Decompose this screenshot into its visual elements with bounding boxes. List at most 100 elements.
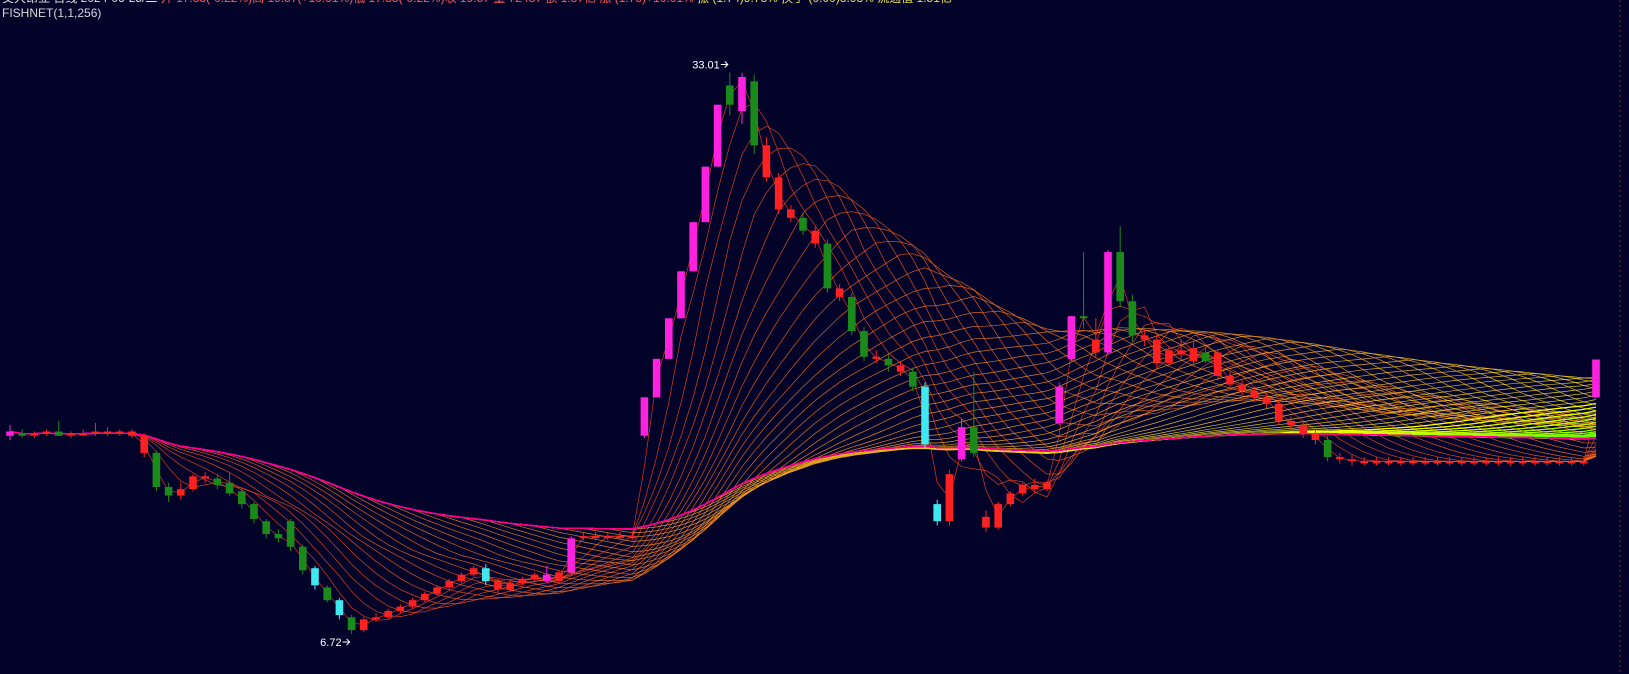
ma-line-20 [9, 240, 1597, 595]
candle-body [1043, 482, 1051, 490]
candle-body [1104, 252, 1112, 353]
fishnet-candlestick-chart[interactable]: 33.01 6.72 [0, 0, 1629, 674]
ma-line-38 [9, 327, 1597, 561]
candle-body [1372, 461, 1381, 464]
candle [616, 531, 624, 541]
ma-line-42 [9, 329, 1597, 553]
candle [360, 617, 368, 633]
candle-body [567, 538, 575, 573]
high-price-label: 33.01 [692, 59, 720, 71]
candle-body [1531, 461, 1539, 464]
candle-body [30, 433, 39, 436]
ma-line-118 [9, 430, 1597, 530]
candle-body [238, 491, 246, 505]
candle-body [872, 356, 880, 359]
candle-body [299, 546, 307, 571]
ma-line-76 [9, 375, 1597, 530]
ma-line-254 [9, 430, 1597, 530]
ma-line-232 [9, 430, 1597, 530]
ma-line-40 [9, 327, 1597, 558]
candle-body [1140, 335, 1149, 340]
candle-body [652, 358, 661, 398]
candle [1067, 316, 1076, 362]
ma-line-124 [9, 430, 1597, 530]
candle-body [250, 504, 258, 519]
candle-body [811, 230, 819, 244]
candle-body [762, 145, 771, 178]
candle-body [189, 476, 197, 490]
candle-body [433, 587, 441, 594]
ma-line-48 [9, 333, 1597, 538]
ma-line-44 [9, 330, 1597, 547]
candle-body [140, 435, 148, 453]
candle-body [799, 217, 807, 231]
ma-line-186 [9, 430, 1597, 530]
ma-line-208 [9, 430, 1597, 530]
candle-body [835, 288, 844, 297]
candle [1165, 346, 1173, 366]
candle-body [152, 452, 161, 487]
candle-body [408, 600, 417, 607]
candle [6, 425, 14, 441]
candle-body [1445, 461, 1454, 464]
candle [1348, 454, 1356, 466]
candle [311, 566, 319, 590]
candle-body [1567, 461, 1576, 464]
info-segment: 流通值 1.51亿 [877, 0, 952, 5]
candle-body [1067, 316, 1076, 359]
candle [177, 482, 185, 500]
candle [640, 397, 649, 438]
candle-body [957, 427, 966, 460]
candle-body [896, 365, 905, 372]
ma-line-120 [9, 430, 1597, 530]
ma-line-228 [9, 430, 1597, 530]
candle-body [921, 386, 929, 445]
candle-body [591, 536, 600, 539]
candle-body [579, 536, 588, 539]
candle-body [116, 431, 124, 434]
candle [750, 74, 758, 154]
candle [1079, 252, 1088, 329]
candle-body [1311, 433, 1320, 440]
candle-body [1323, 440, 1332, 458]
candle [335, 598, 344, 620]
candle [262, 519, 270, 539]
candle-body [262, 521, 270, 534]
chart-window: 33.01 6.72 交大昂立 日线 2024-06-25/二 开 17.83(-… [0, 0, 1629, 674]
candle [1201, 348, 1210, 364]
candle-body [677, 271, 685, 319]
candle-body [1580, 461, 1588, 464]
candle-body [1055, 386, 1063, 423]
candle-body [494, 581, 502, 590]
ma-line-218 [9, 430, 1597, 530]
ma-line-242 [9, 430, 1597, 530]
candle-body [628, 536, 636, 539]
candle-body [1384, 461, 1393, 464]
info-segment: 振 (1.74)9.78% [697, 0, 781, 5]
candle-body [1555, 461, 1564, 464]
candle-body [823, 243, 832, 289]
ma-line-14 [9, 195, 1597, 600]
ma-line-202 [9, 430, 1597, 530]
candle [42, 429, 51, 436]
candle-body [1153, 339, 1161, 364]
candle [567, 536, 575, 575]
candle-body [1482, 461, 1490, 464]
candle-body [1506, 461, 1515, 464]
candle [189, 474, 197, 492]
candle-body [335, 600, 344, 616]
candle [347, 615, 356, 634]
ma-line-142 [9, 430, 1597, 530]
candle-body [1128, 301, 1137, 336]
ma-line-184 [9, 430, 1597, 530]
candle-body [274, 534, 283, 539]
ma-line-226 [9, 430, 1597, 530]
candle [933, 499, 941, 526]
candle-body [701, 166, 710, 223]
low-price-label: 6.72 [320, 637, 341, 649]
candle-body [506, 583, 514, 590]
info-segment: 涨 (1.78)+10.01% [599, 0, 697, 5]
candle [1262, 393, 1271, 408]
ma-line-198 [9, 430, 1597, 530]
candle-body [42, 431, 51, 434]
